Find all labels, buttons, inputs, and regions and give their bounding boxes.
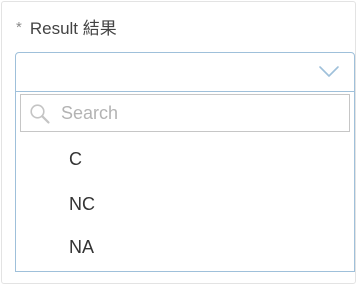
dropdown-panel: C NC NA	[15, 92, 355, 272]
required-asterisk: *	[16, 18, 22, 36]
search-box[interactable]	[20, 94, 350, 132]
search-icon	[30, 104, 50, 124]
option-label: NA	[69, 236, 95, 257]
result-select[interactable]	[15, 52, 355, 92]
option-c[interactable]: C	[16, 137, 354, 181]
field-label-text: Result 結果	[29, 18, 117, 38]
field-label: * Result 結果	[16, 15, 117, 38]
chevron-down-icon[interactable]	[318, 65, 340, 79]
option-na[interactable]: NA	[16, 225, 354, 269]
option-label: NC	[69, 193, 95, 214]
option-nc[interactable]: NC	[16, 182, 354, 226]
search-input[interactable]	[61, 95, 346, 131]
option-label: C	[69, 148, 82, 169]
